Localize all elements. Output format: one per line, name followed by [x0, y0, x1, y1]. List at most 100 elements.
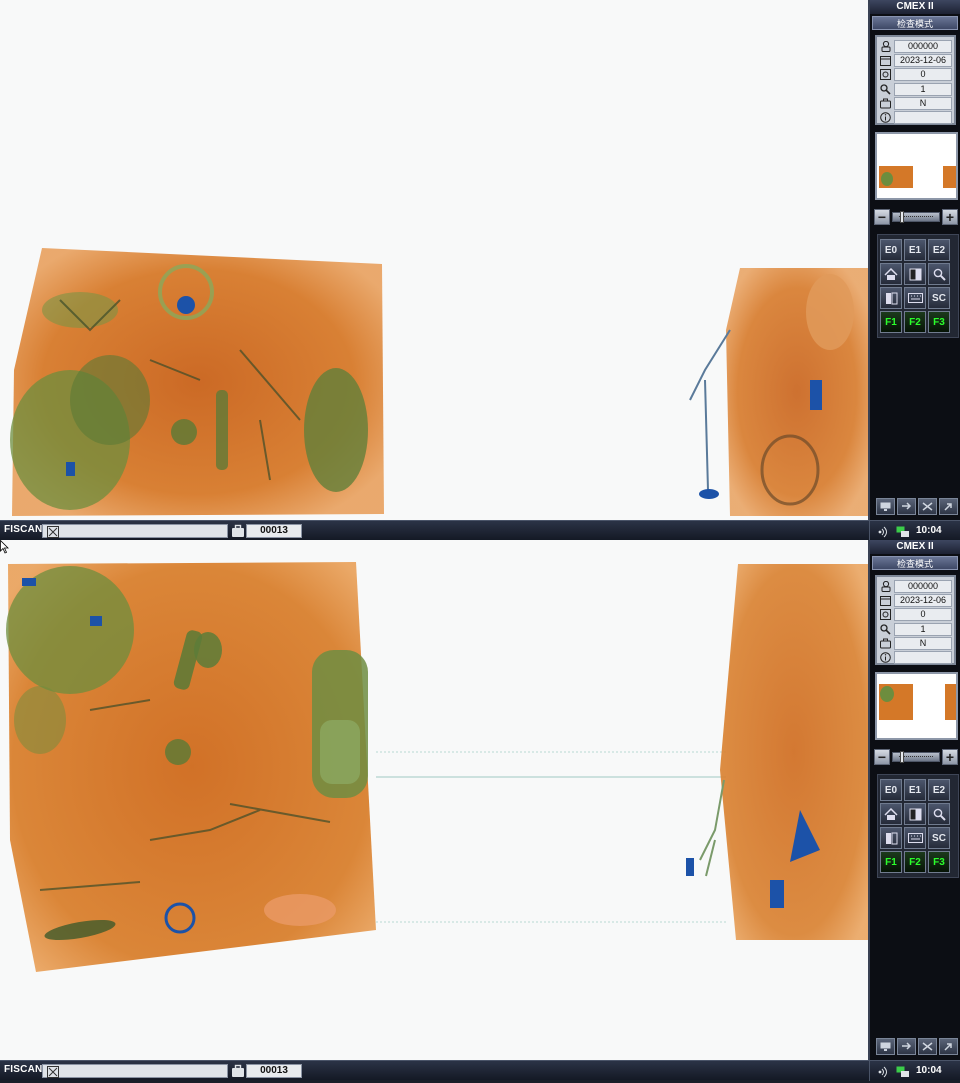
home-icon[interactable]	[880, 803, 902, 825]
info-field	[894, 111, 952, 125]
bag-counter-icon	[231, 1064, 245, 1078]
e0-button[interactable]: E0	[880, 239, 902, 261]
f2-button[interactable]: F2	[904, 311, 926, 333]
brand-label: FISCAN	[4, 1064, 43, 1075]
brand-label: FISCAN	[4, 524, 43, 535]
search-input[interactable]	[42, 524, 228, 538]
counter-icon	[879, 609, 892, 621]
sc-button[interactable]: SC	[928, 287, 950, 309]
info-row-operator: 000000	[879, 39, 952, 53]
function-buttons: E0 E1 E2 SC F1 F2 F3	[877, 774, 959, 878]
info-icon	[879, 652, 892, 664]
zoom-knob[interactable]	[900, 750, 905, 763]
side-panel: CMEX II 检查模式 000000 2023-12-06 0 1 N − +…	[868, 540, 960, 1060]
date-field: 2023-12-06	[894, 593, 952, 607]
e1-button[interactable]: E1	[904, 239, 926, 261]
info-icon	[879, 112, 892, 124]
info-row-operator: 000000	[879, 579, 952, 593]
keyboard-icon[interactable]	[904, 287, 926, 309]
zoom-track[interactable]	[892, 750, 940, 763]
zoom-out-button[interactable]: −	[874, 208, 890, 225]
app-title: CMEX II	[870, 540, 960, 554]
split-icon[interactable]	[880, 827, 902, 849]
network-icon	[896, 1065, 910, 1077]
bag-counter: 00013	[246, 524, 302, 538]
f1-button[interactable]: F1	[880, 851, 902, 873]
function-buttons: E0 E1 E2 SC F1 F2 F3	[877, 234, 959, 338]
e2-button[interactable]: E2	[928, 239, 950, 261]
bottom-tool-buttons	[876, 1038, 960, 1056]
f2-button[interactable]: F2	[904, 851, 926, 873]
e2-button[interactable]: E2	[928, 779, 950, 801]
operator-icon	[879, 40, 892, 52]
info-row-info	[879, 650, 952, 665]
taskbar: FISCAN 00013 10:04	[0, 1060, 960, 1081]
f1-button[interactable]: F1	[880, 311, 902, 333]
split-icon[interactable]	[880, 287, 902, 309]
keyboard-icon[interactable]	[904, 827, 926, 849]
side-panel: CMEX II 检查模式 000000 2023-12-06 0 1 N − +…	[868, 0, 960, 520]
info-row-counter: 0	[879, 608, 952, 622]
info-row-date: 2023-12-06	[879, 53, 952, 67]
zoom-slider[interactable]: − +	[874, 208, 958, 225]
pass-icon[interactable]	[897, 498, 916, 515]
xray-view-bottom: CMEX II 检查模式 000000 2023-12-06 0 1 N − +…	[0, 540, 960, 1081]
info-row-date: 2023-12-06	[879, 593, 952, 607]
suitcase-icon	[879, 637, 892, 649]
expand-icon[interactable]	[47, 1065, 59, 1078]
bag-flag-field: N	[894, 636, 952, 650]
info-box: 000000 2023-12-06 0 1 N	[875, 35, 956, 125]
e1-button[interactable]: E1	[904, 779, 926, 801]
mode-label[interactable]: 检查模式	[872, 16, 958, 30]
zoom-field: 1	[894, 82, 952, 96]
info-field	[894, 651, 952, 665]
f3-button[interactable]: F3	[928, 311, 950, 333]
zoom-out-button[interactable]: −	[874, 748, 890, 765]
magnifier-icon	[879, 623, 892, 635]
info-row-zoom: 1	[879, 622, 952, 636]
xray-view-top: CMEX II 检查模式 000000 2023-12-06 0 1 N − +…	[0, 0, 960, 541]
home-icon[interactable]	[880, 263, 902, 285]
operator-icon	[879, 580, 892, 592]
xray-scan-image[interactable]	[0, 0, 868, 520]
counter-icon	[879, 69, 892, 81]
search-input[interactable]	[42, 1064, 228, 1078]
monitor-icon[interactable]	[876, 498, 895, 515]
contrast-icon[interactable]	[904, 263, 926, 285]
mode-label[interactable]: 检查模式	[872, 556, 958, 570]
bag-counter-icon	[231, 524, 245, 538]
tools-icon[interactable]	[918, 1038, 937, 1055]
calendar-icon	[879, 54, 892, 66]
thumbnail-preview[interactable]	[875, 672, 958, 740]
zoom-track[interactable]	[892, 210, 940, 223]
exit-icon[interactable]	[939, 1038, 958, 1055]
thumbnail-preview[interactable]	[875, 132, 958, 200]
magnify-icon[interactable]	[928, 263, 950, 285]
xray-scan-image[interactable]	[0, 540, 868, 1060]
expand-icon[interactable]	[47, 525, 59, 538]
monitor-icon[interactable]	[876, 1038, 895, 1055]
counter-field: 0	[894, 68, 952, 82]
pass-icon[interactable]	[897, 1038, 916, 1055]
f3-button[interactable]: F3	[928, 851, 950, 873]
zoom-in-button[interactable]: +	[942, 748, 958, 765]
contrast-icon[interactable]	[904, 803, 926, 825]
zoom-in-button[interactable]: +	[942, 208, 958, 225]
suitcase-icon	[879, 97, 892, 109]
date-field: 2023-12-06	[894, 53, 952, 67]
taskbar: FISCAN 00013 10:04	[0, 520, 960, 541]
bottom-tool-buttons	[876, 498, 960, 516]
zoom-slider[interactable]: − +	[874, 748, 958, 765]
clock: 10:04	[916, 525, 942, 536]
magnify-icon[interactable]	[928, 803, 950, 825]
zoom-knob[interactable]	[900, 210, 905, 223]
mouse-cursor-icon	[0, 540, 9, 554]
clock: 10:04	[916, 1065, 942, 1076]
bag-counter: 00013	[246, 1064, 302, 1078]
exit-icon[interactable]	[939, 498, 958, 515]
operator-id-field: 000000	[894, 579, 952, 593]
tools-icon[interactable]	[918, 498, 937, 515]
sc-button[interactable]: SC	[928, 827, 950, 849]
e0-button[interactable]: E0	[880, 779, 902, 801]
info-row-zoom: 1	[879, 82, 952, 96]
